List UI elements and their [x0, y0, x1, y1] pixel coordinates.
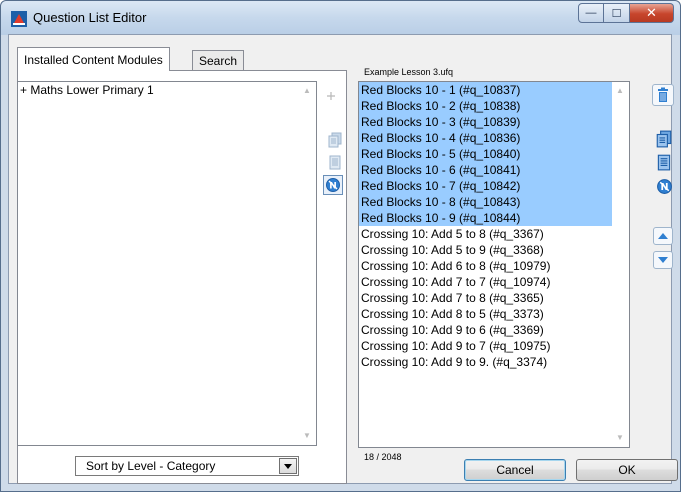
question-list[interactable]: Red Blocks 10 - 1 (#q_10837) Red Blocks 1…	[358, 81, 630, 448]
question-list-item[interactable]: Crossing 10: Add 5 to 8 (#q_3367)	[359, 226, 629, 242]
question-list-item[interactable]: Crossing 10: Add 7 to 7 (#q_10974)	[359, 274, 629, 290]
question-items: Red Blocks 10 - 1 (#q_10837) Red Blocks 1…	[359, 82, 629, 370]
lesson-file-label: Example Lesson 3.ufq	[364, 67, 454, 77]
window-title: Question List Editor	[33, 10, 147, 25]
question-list-item[interactable]: Crossing 10: Add 5 to 9 (#q_3368)	[359, 242, 629, 258]
maximize-button[interactable]: ☐	[604, 3, 630, 23]
close-button[interactable]: ✕	[630, 3, 674, 23]
question-list-item[interactable]: Red Blocks 10 - 9 (#q_10844)	[359, 210, 629, 226]
question-list-item[interactable]: Red Blocks 10 - 5 (#q_10840)	[359, 146, 629, 162]
question-list-item[interactable]: Red Blocks 10 - 7 (#q_10842)	[359, 178, 629, 194]
sort-order-value: Sort by Level - Category	[86, 459, 216, 473]
sort-order-select[interactable]: Sort by Level - Category	[75, 456, 299, 476]
title-bar[interactable]: Question List Editor — ☐ ✕	[1, 1, 680, 35]
question-list-item[interactable]: Crossing 10: Add 9 to 6 (#q_3369)	[359, 322, 629, 338]
question-list-item[interactable]: Red Blocks 10 - 2 (#q_10838)	[359, 98, 629, 114]
right-list-scrollbar[interactable]: ▲ ▼	[612, 82, 629, 447]
app-icon	[11, 11, 27, 27]
trash-icon[interactable]	[652, 84, 674, 106]
move-up-icon[interactable]	[653, 227, 673, 245]
tab-label: Installed Content Modules	[24, 52, 163, 67]
question-list-item[interactable]: Red Blocks 10 - 4 (#q_10836)	[359, 130, 629, 146]
question-list-item[interactable]: Crossing 10: Add 8 to 5 (#q_3373)	[359, 306, 629, 322]
add-icon[interactable]	[321, 86, 341, 106]
question-list-item[interactable]: Red Blocks 10 - 8 (#q_10843)	[359, 194, 629, 210]
question-count: 18 / 2048	[364, 452, 402, 462]
minimize-button[interactable]: —	[578, 3, 604, 23]
clear-icon[interactable]: N	[654, 176, 674, 196]
ok-button[interactable]: OK	[576, 459, 678, 481]
move-down-icon[interactable]	[653, 251, 673, 269]
tab-label: Search	[199, 53, 238, 68]
question-list-item[interactable]: Crossing 10: Add 6 to 8 (#q_10979)	[359, 258, 629, 274]
list-item[interactable]: + Maths Lower Primary 1	[18, 82, 316, 98]
cancel-button[interactable]: Cancel	[464, 459, 566, 481]
content-modules-list[interactable]: + Maths Lower Primary 1 ▲ ▼	[17, 81, 317, 446]
copy-all-icon[interactable]	[654, 152, 674, 172]
tab-search[interactable]: Search	[192, 50, 245, 70]
clear-icon[interactable]: N	[323, 175, 343, 195]
question-list-item[interactable]: Crossing 10: Add 9 to 9. (#q_3374)	[359, 354, 629, 370]
question-list-item[interactable]: Crossing 10: Add 7 to 8 (#q_3365)	[359, 290, 629, 306]
question-list-item[interactable]: Red Blocks 10 - 3 (#q_10839)	[359, 114, 629, 130]
scroll-down-arrow-icon[interactable]: ▼	[616, 434, 624, 442]
scroll-down-arrow-icon[interactable]: ▼	[303, 432, 311, 440]
left-list-scrollbar[interactable]: ▲ ▼	[299, 82, 316, 445]
copy-icon[interactable]	[325, 130, 345, 150]
scroll-up-arrow-icon[interactable]: ▲	[616, 87, 624, 95]
window-controls: — ☐ ✕	[578, 3, 674, 23]
scroll-up-arrow-icon[interactable]: ▲	[303, 87, 311, 95]
copy-all-icon[interactable]	[325, 152, 345, 172]
dropdown-arrow-icon[interactable]	[279, 458, 297, 474]
tab-installed-content-modules[interactable]: Installed Content Modules	[17, 47, 170, 71]
copy-icon[interactable]	[654, 129, 674, 149]
question-list-item[interactable]: Red Blocks 10 - 6 (#q_10841)	[359, 162, 629, 178]
question-list-item[interactable]: Red Blocks 10 - 1 (#q_10837)	[359, 82, 629, 98]
question-list-item[interactable]: Crossing 10: Add 9 to 7 (#q_10975)	[359, 338, 629, 354]
